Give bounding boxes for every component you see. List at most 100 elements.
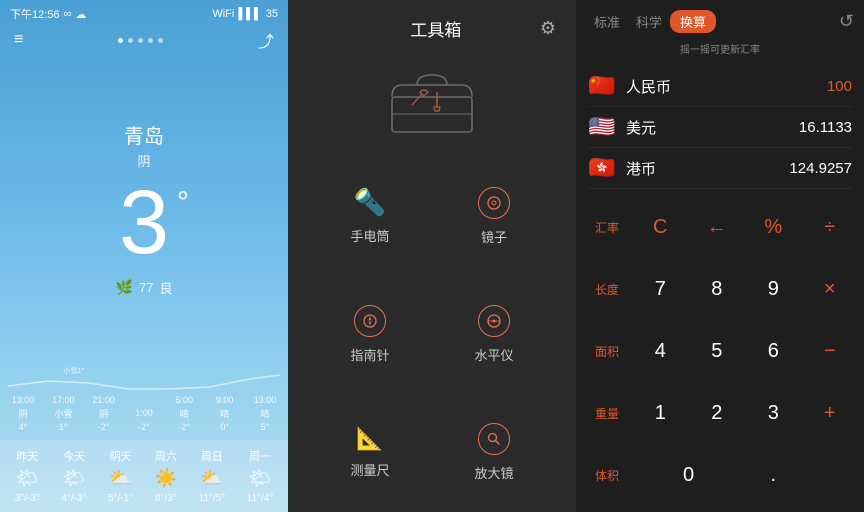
hourly-row: 13:00 阴 4° 17:00 小雪 1° 21:00 阴 -2° 1:00 … <box>8 395 280 432</box>
status-icons: ☁ <box>75 8 86 21</box>
tab-standard[interactable]: 标准 <box>586 10 628 33</box>
key-9[interactable]: 9 <box>745 259 802 321</box>
currency-section: 🇨🇳 人民币 100 🇺🇸 美元 16.1133 🇭🇰 港币 124.9257 <box>576 62 864 193</box>
tool-flashlight-label: 手电筒 <box>350 226 389 245</box>
battery-value: 35 <box>266 8 278 20</box>
label-area[interactable]: 面积 <box>582 321 632 383</box>
currency-value-cny: 100 <box>827 78 852 95</box>
hour-item: 1:00 -2° <box>129 408 159 432</box>
currency-cny[interactable]: 🇨🇳 人民币 100 <box>588 66 852 107</box>
status-signal: ∞ <box>64 8 72 20</box>
label-volume[interactable]: 体积 <box>582 444 632 506</box>
key-0[interactable]: 0 <box>632 444 745 506</box>
key-empty <box>802 444 859 506</box>
day-item: 明天 ⛅ 5°/-1° <box>108 448 133 504</box>
key-plus[interactable]: + <box>802 382 859 444</box>
toolbox-grid: 🔦 手电筒 镜子 指南针 <box>288 157 576 512</box>
key-8[interactable]: 8 <box>689 259 746 321</box>
tool-flashlight[interactable]: 🔦 手电筒 <box>308 157 432 275</box>
tool-magnifier[interactable]: 放大镜 <box>432 394 556 512</box>
flag-cny: 🇨🇳 <box>588 72 616 100</box>
level-icon <box>478 305 510 337</box>
status-time: 下午12:56 <box>10 6 60 22</box>
tab-convert[interactable]: 换算 <box>670 10 716 33</box>
share-icon[interactable]: ⤴ <box>258 28 274 52</box>
currency-name-hkd: 港币 <box>626 158 779 179</box>
weather-top-bar: ≡ ⤴ <box>0 26 288 56</box>
degree-symbol: ° <box>177 188 189 218</box>
label-weight[interactable]: 重量 <box>582 382 632 444</box>
temp-value: 3 <box>119 173 169 273</box>
page-dots <box>118 38 163 43</box>
key-1[interactable]: 1 <box>632 382 689 444</box>
tool-mirror-label: 镜子 <box>481 227 507 246</box>
toolbox-panel: 工具箱 ⚙ 🔦 手电筒 <box>288 0 576 512</box>
compass-icon <box>354 305 386 337</box>
tool-level-label: 水平仪 <box>474 345 513 364</box>
tab-scientific[interactable]: 科学 <box>628 10 670 33</box>
key-multiply[interactable]: × <box>802 259 859 321</box>
key-5[interactable]: 5 <box>689 321 746 383</box>
key-divide[interactable]: ÷ <box>802 197 859 259</box>
flag-hkd: 🇭🇰 <box>588 154 616 182</box>
menu-icon[interactable]: ≡ <box>14 31 23 49</box>
day-item: 今天 🌤 4°/-3° <box>61 448 86 504</box>
hour-item: 5:00 晴 -2° <box>169 395 199 432</box>
aqi-label: 良 <box>159 278 172 297</box>
hour-item: 9:00 晴 0° <box>210 395 240 432</box>
status-left: 下午12:56 ∞ ☁ <box>10 6 86 22</box>
signal-icon: ▌▌▌ <box>238 8 261 20</box>
currency-name-cny: 人民币 <box>626 76 817 97</box>
dot-2 <box>128 38 133 43</box>
flashlight-icon: 🔦 <box>354 187 386 218</box>
label-exchange[interactable]: 汇率 <box>582 197 632 259</box>
weekly-forecast: 昨天 🌤 3°/-3° 今天 🌤 4°/-3° 明天 ⛅ 5°/-1° 周六 ☀… <box>0 440 288 512</box>
mirror-icon <box>478 187 510 219</box>
tool-compass[interactable]: 指南针 <box>308 275 432 393</box>
magnifier-icon <box>478 423 510 455</box>
weather-condition: 阴 <box>137 151 150 170</box>
wifi-icon: WiFi <box>212 8 234 20</box>
key-2[interactable]: 2 <box>689 382 746 444</box>
key-minus[interactable]: − <box>802 321 859 383</box>
ruler-icon: 📐 <box>356 426 383 452</box>
key-decimal[interactable]: . <box>745 444 802 506</box>
key-percent[interactable]: % <box>745 197 802 259</box>
status-bar: 下午12:56 ∞ ☁ WiFi ▌▌▌ 35 <box>0 0 288 26</box>
day-item: 昨天 🌤 3°/-3° <box>15 448 40 504</box>
day-item: 周日 ⛅ 11°/5° <box>198 448 225 504</box>
key-clear[interactable]: C <box>632 197 689 259</box>
toolbox-hero-image <box>288 51 576 157</box>
hour-item: 13:00 晴 5° <box>250 395 280 432</box>
dot-1 <box>118 38 123 43</box>
svg-text:小雪1°: 小雪1° <box>63 366 84 375</box>
key-3[interactable]: 3 <box>745 382 802 444</box>
key-7[interactable]: 7 <box>632 259 689 321</box>
back-icon[interactable]: ↺ <box>839 11 854 32</box>
dot-4 <box>148 38 153 43</box>
currency-value-hkd: 124.9257 <box>789 160 852 177</box>
snow-curve: 小雪1° <box>8 361 280 391</box>
key-backspace[interactable]: ← <box>689 197 746 259</box>
tool-ruler[interactable]: 📐 测量尺 <box>308 394 432 512</box>
temperature-display: 3 ° <box>119 178 169 268</box>
currency-value-usd: 16.1133 <box>799 119 852 136</box>
tool-magnifier-label: 放大镜 <box>474 463 513 482</box>
key-4[interactable]: 4 <box>632 321 689 383</box>
gear-icon[interactable]: ⚙ <box>540 18 556 39</box>
calc-tabs: 标准 科学 换算 ↺ <box>576 0 864 39</box>
day-item: 周一 🌤 11°/4° <box>247 448 274 504</box>
weather-main: 青岛 阴 3 ° 🌿 77 良 <box>0 56 288 351</box>
aqi-value: 77 <box>139 280 153 295</box>
tool-compass-label: 指南针 <box>350 345 389 364</box>
currency-usd[interactable]: 🇺🇸 美元 16.1133 <box>588 107 852 148</box>
label-length[interactable]: 长度 <box>582 259 632 321</box>
status-right: WiFi ▌▌▌ 35 <box>212 8 278 20</box>
currency-hkd[interactable]: 🇭🇰 港币 124.9257 <box>588 148 852 189</box>
weather-panel: 下午12:56 ∞ ☁ WiFi ▌▌▌ 35 ≡ ⤴ 青岛 阴 3 ° 🌿 <box>0 0 288 512</box>
hour-item: 21:00 阴 -2° <box>89 395 119 432</box>
tool-level[interactable]: 水平仪 <box>432 275 556 393</box>
key-6[interactable]: 6 <box>745 321 802 383</box>
currency-name-usd: 美元 <box>626 117 789 138</box>
tool-mirror[interactable]: 镜子 <box>432 157 556 275</box>
